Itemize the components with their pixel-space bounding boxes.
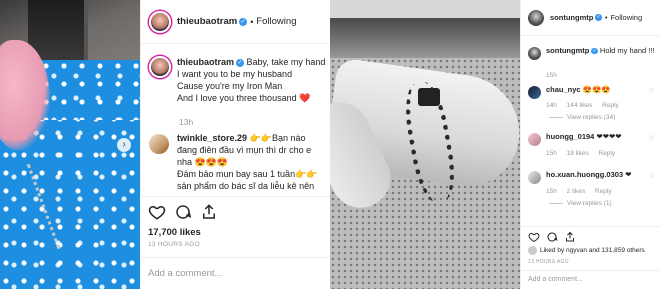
comment-body: ❤ [625,170,632,179]
add-comment-input[interactable]: Add a comment... [140,257,330,289]
commenter-username[interactable]: chau_nyc [546,85,581,94]
caption-line: And I love you three thousand ❤️ [177,93,311,103]
comment: huongg_0194 ❤❤❤❤ [528,132,658,146]
add-comment-input[interactable]: Add a comment... [521,270,660,289]
share-icon[interactable] [564,231,576,243]
share-icon[interactable] [200,203,218,221]
liked-by[interactable]: Liked by ngyvan and 131,859 others [528,246,645,255]
follow-status-button[interactable]: Following [610,13,642,22]
follow-status-button[interactable]: Following [256,16,296,27]
comment-heart-icon[interactable]: ♡ [649,88,654,95]
verified-badge-icon: ✓ [595,14,602,21]
comment-line: Đảm bảo mụn bay sau 1 tuần👉👉 [177,169,318,179]
comment-heart-icon[interactable]: ♡ [649,173,654,180]
comment-text: ho.xuan.huongg.0303 ❤ [546,170,631,184]
caption: thieubaotram ✓ Baby, take my hand I want … [149,56,329,104]
commenter-username[interactable]: twinkle_store.29 [177,133,247,143]
verified-badge-icon: ✓ [591,47,598,55]
left-post-actions: 17,700 likes 13 HOURS AGO Add a comment.… [140,196,330,288]
right-post-photo[interactable] [330,0,520,289]
comment-time: 14h [546,102,557,109]
caption-avatar[interactable] [528,47,541,60]
comment: twinkle_store.29 👉👉Bạn nào đang điên đầu… [149,132,329,192]
verified-badge-icon: ✓ [236,58,245,67]
comment-text: twinkle_store.29 👉👉Bạn nào đang điên đầu… [177,132,317,192]
carousel-next-button[interactable]: › [117,138,131,152]
comment-likes[interactable]: 18 likes [567,150,589,157]
caption-time: 15h [546,72,565,79]
photo-bracelet-charm [418,88,440,106]
commenter-username[interactable]: ho.xuan.huongg.0303 [546,170,623,179]
author-avatar[interactable] [149,10,171,33]
comment-icon[interactable] [546,231,558,243]
caption-username[interactable]: thieubaotram [177,57,234,67]
right-post-actions: Liked by ngyvan and 131,859 others 13 HO… [521,226,660,289]
author-username[interactable]: sontungmtp [550,13,593,22]
comment-meta: 15h 2 likes Reply [546,188,620,195]
heart-icon[interactable] [528,231,540,243]
commenter-avatar[interactable] [528,86,541,99]
comment-line: 👉👉Bạn nào [249,133,306,143]
comment-text: chau_nyc 😍😍😍 [546,85,611,99]
comment-time: 15h [546,188,557,195]
comment-body: ❤❤❤❤ [596,132,622,141]
comment-line: đang điên đầu vì mụn thì dr cho e [177,145,312,155]
view-replies-button[interactable]: View replies (1) [549,200,612,207]
commenter-avatar[interactable] [528,171,541,184]
comment-text: huongg_0194 ❤❤❤❤ [546,132,622,146]
like-count[interactable]: 17,700 likes [148,227,201,238]
right-post-panel: sontungmtp ✓ • Following sontungmtp ✓ Hol… [520,0,660,289]
caption-line: I want you to be my husband [177,69,293,79]
reply-button[interactable]: Reply [602,102,619,109]
post-timestamp: 13 HOURS AGO [528,259,569,265]
header-separator: • [604,13,608,22]
reply-button[interactable]: Reply [599,150,616,157]
photo-sea [330,18,520,58]
comment-meta: 14h 144 likes Reply [546,102,627,109]
caption-avatar[interactable] [149,56,171,78]
action-icons [528,231,576,243]
liked-by-text[interactable]: Liked by ngyvan and 131,859 others [540,247,645,254]
left-post-header: thieubaotram ✓ • Following [141,0,331,44]
comment-likes[interactable]: 144 likes [567,102,593,109]
comment-line: sản phẩm do bác sĩ da liễu kê nên [177,181,315,191]
comment-line: nha 😍😍😍 [177,157,229,167]
right-post-header: sontungmtp ✓ • Following [521,0,660,36]
caption-text: sontungmtp ✓ Hold my hand !!! [546,46,655,60]
caption-time-text: 15h [546,72,557,79]
comment-meta: 15h 18 likes Reply [546,150,623,157]
header-separator: • [250,16,254,27]
heart-icon[interactable] [148,203,166,221]
caption: sontungmtp ✓ Hold my hand !!! [528,46,658,60]
reply-button[interactable]: Reply [595,188,612,195]
comment-likes[interactable]: 2 likes [567,188,585,195]
commenter-username[interactable]: huongg_0194 [546,132,594,141]
comment-time: 15h [546,150,557,157]
view-replies-button[interactable]: View replies (34) [549,114,615,121]
caption-username[interactable]: sontungmtp [546,46,589,55]
commenter-avatar[interactable] [528,133,541,146]
comment-icon[interactable] [174,203,192,221]
liker-avatar [528,246,537,255]
comment: ho.xuan.huongg.0303 ❤ [528,170,658,184]
action-icons [148,203,218,221]
photo-sky [330,0,520,20]
author-avatar[interactable] [528,9,544,26]
author-username[interactable]: thieubaotram [177,16,237,27]
comment-body: 😍😍😍 [582,85,611,94]
photo-dress-shoulder [40,60,140,120]
commenter-avatar[interactable] [149,134,169,154]
left-post-photo[interactable]: › [0,0,140,289]
comment: chau_nyc 😍😍😍 [528,85,658,99]
screenshot-frame: › thieubaotram ✓ • Following thieubaotra… [0,0,660,289]
post-timestamp: 13 HOURS AGO [148,241,201,248]
caption-text: thieubaotram ✓ Baby, take my hand I want … [177,56,325,104]
caption-body: Hold my hand !!! [599,46,655,55]
caption-line: Cause you're my Iron Man [177,81,283,91]
comment-heart-icon[interactable]: ♡ [649,135,654,142]
verified-badge-icon: ✓ [239,17,248,26]
caption-time: 13h [179,117,194,127]
caption-line: Baby, take my hand [246,57,326,67]
